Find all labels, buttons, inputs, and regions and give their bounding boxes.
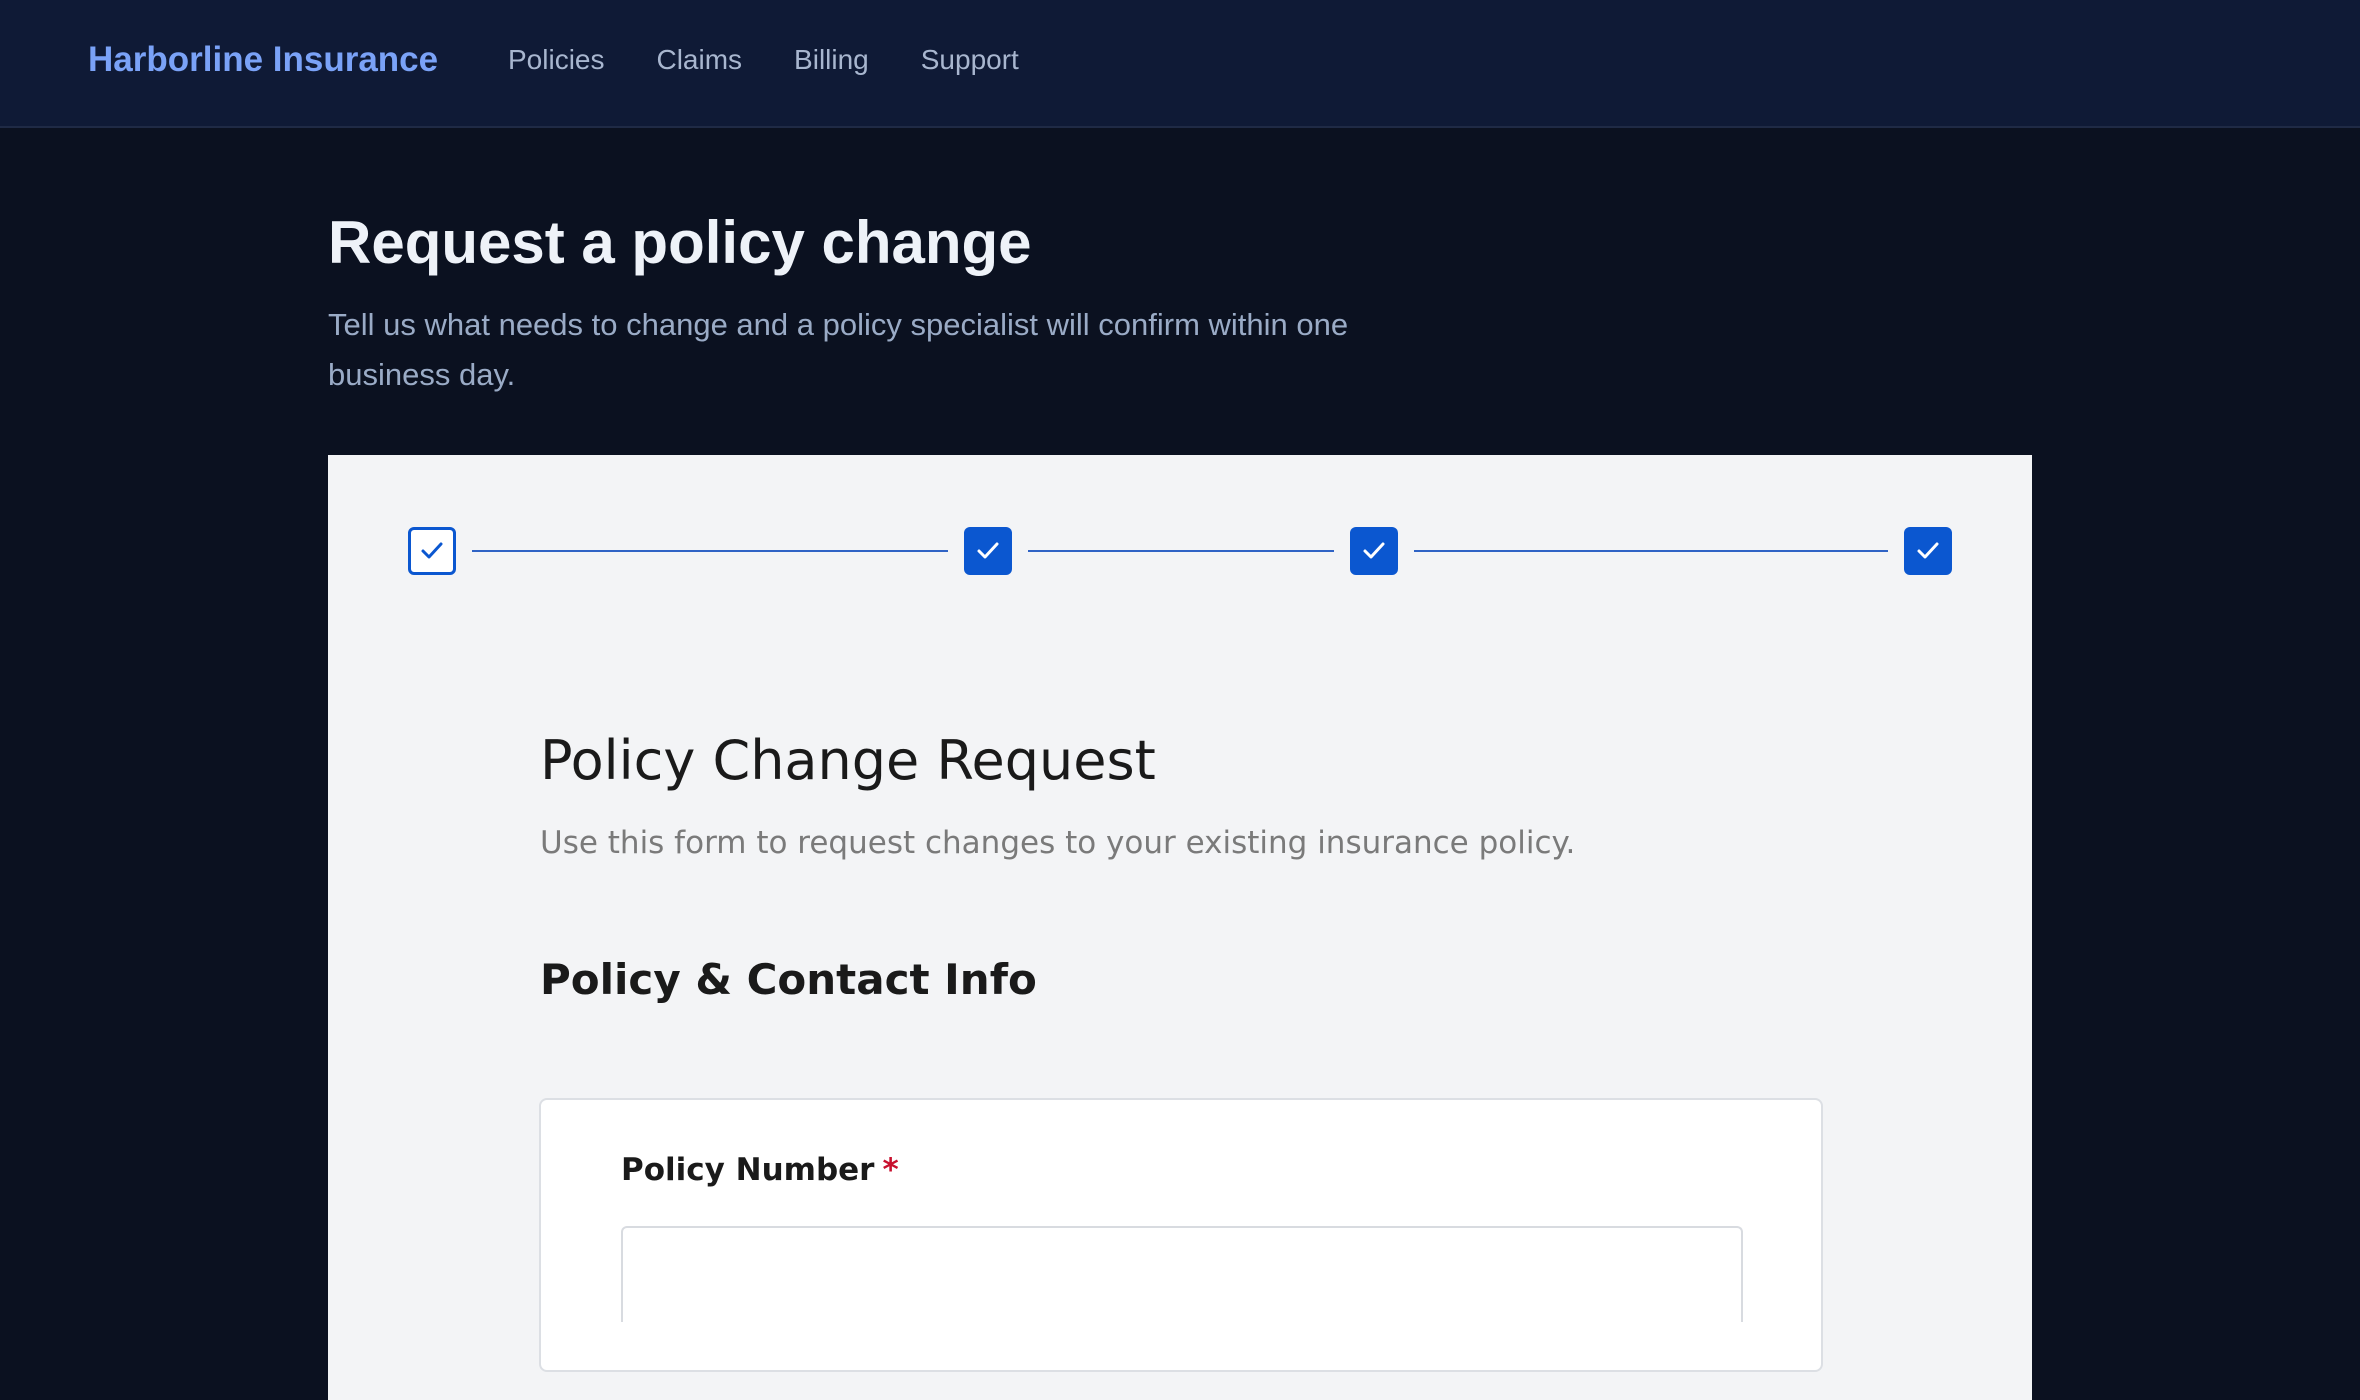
- step-connector-1: [472, 550, 948, 552]
- step-connector-2: [1028, 550, 1334, 552]
- required-marker: *: [882, 1152, 899, 1188]
- top-nav: Harborline Insurance Policies Claims Bil…: [0, 0, 2360, 128]
- nav-link-policies[interactable]: Policies: [508, 44, 604, 76]
- page-title: Request a policy change: [328, 209, 1032, 276]
- step-1[interactable]: [408, 527, 456, 575]
- step-3[interactable]: [1350, 527, 1398, 575]
- step-4[interactable]: [1904, 527, 1952, 575]
- form-description: Use this form to request changes to your…: [540, 825, 1576, 861]
- check-icon: [1917, 542, 1939, 559]
- progress-stepper: [328, 455, 2032, 585]
- page-subtitle: Tell us what needs to change and a polic…: [328, 307, 1349, 392]
- step-connector-3: [1414, 550, 1888, 552]
- policy-number-label: Policy Number *: [621, 1152, 899, 1188]
- policy-number-label-text: Policy Number: [621, 1152, 875, 1188]
- form-title: Policy Change Request: [540, 729, 1156, 792]
- nav-links: Policies Claims Billing Support: [508, 44, 1019, 76]
- nav-link-support[interactable]: Support: [921, 44, 1019, 76]
- nav-link-claims[interactable]: Claims: [656, 44, 742, 76]
- check-icon: [421, 542, 443, 559]
- policy-number-field-card: Policy Number *: [539, 1098, 1823, 1372]
- form-card: Policy Change Request Use this form to r…: [328, 455, 2032, 1400]
- nav-link-billing[interactable]: Billing: [794, 44, 869, 76]
- step-2[interactable]: [964, 527, 1012, 575]
- section-title: Policy & Contact Info: [540, 955, 1037, 1004]
- policy-number-input[interactable]: [621, 1226, 1743, 1322]
- check-icon: [977, 542, 999, 559]
- check-icon: [1363, 542, 1385, 559]
- brand-logo[interactable]: Harborline Insurance: [88, 40, 438, 80]
